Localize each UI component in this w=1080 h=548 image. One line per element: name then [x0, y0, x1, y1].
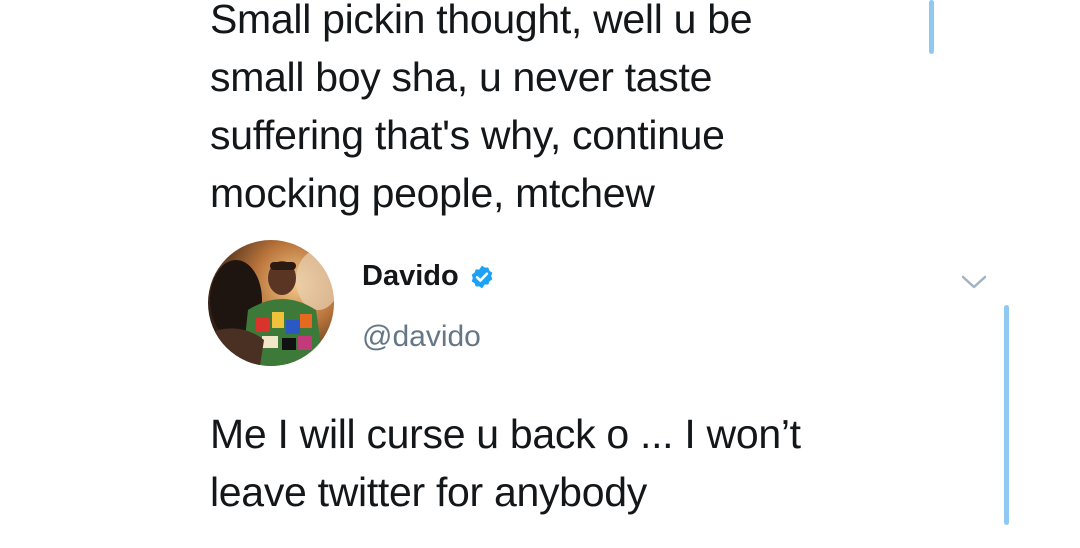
display-name-text: Davido [362, 260, 459, 292]
previous-tweet-text: Small pickin thought, well u be small bo… [210, 0, 890, 222]
tweet-text-line: suffering that's why, continue [210, 112, 725, 158]
user-photo-avatar-icon [208, 240, 334, 366]
tweet-text-line: small boy sha, u never taste [210, 54, 713, 100]
tweet-text-line: mocking people, mtchew [210, 170, 655, 216]
tweet-text-line: leave twitter for anybody [210, 469, 647, 515]
verified-badge-icon [471, 265, 492, 288]
tweet-text-line: Small pickin thought, well u be [210, 0, 753, 42]
chevron-down-icon[interactable] [960, 272, 988, 292]
reply-tweet-text: Me I will curse u back o ... I won’t lea… [210, 405, 990, 521]
tweet-text-line: Me I will curse u back o ... I won’t [210, 411, 801, 457]
thread-connector-line [929, 0, 934, 54]
display-name[interactable]: Davido [362, 260, 495, 293]
thread-connector-line [1004, 305, 1009, 525]
avatar[interactable] [208, 240, 334, 366]
user-handle[interactable]: @davido [362, 320, 481, 354]
